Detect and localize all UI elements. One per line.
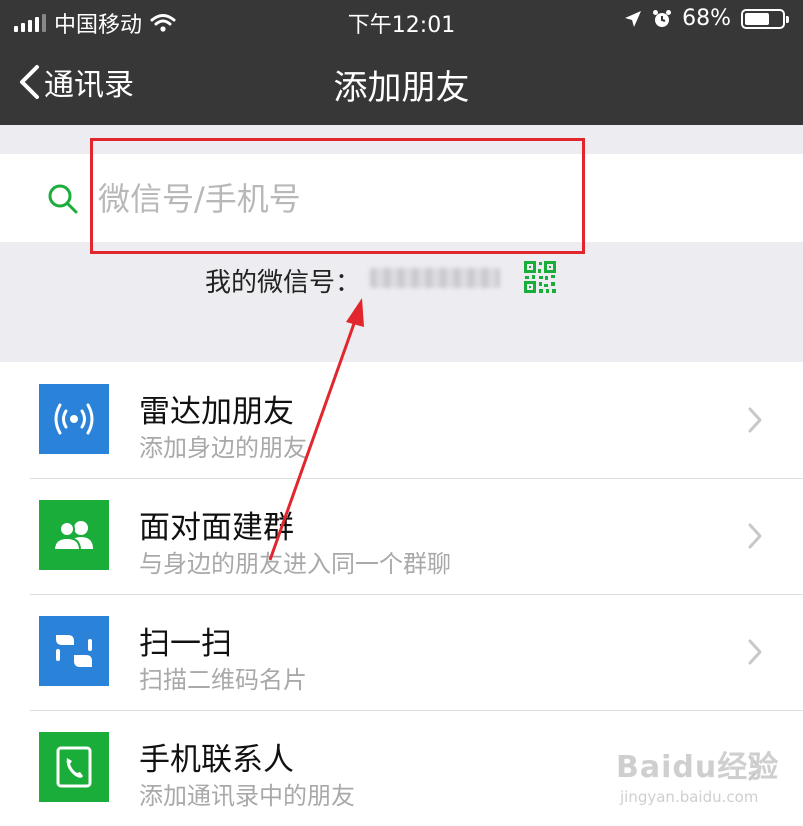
chevron-right-icon <box>748 639 762 665</box>
chevron-right-icon <box>748 407 762 433</box>
scan-icon <box>39 616 109 686</box>
menu-item-title: 面对面建群 <box>139 510 294 546</box>
menu-item-title: 手机联系人 <box>139 742 294 778</box>
search-bar <box>0 154 803 242</box>
battery-icon <box>741 8 789 29</box>
menu-item-title: 扫一扫 <box>139 626 232 662</box>
menu-item-subtitle: 添加通讯录中的朋友 <box>139 782 355 810</box>
menu-item-subtitle: 添加身边的朋友 <box>139 434 307 462</box>
qr-code-icon[interactable] <box>523 260 557 294</box>
menu-item-scan[interactable]: 扫一扫 扫描二维码名片 <box>0 594 803 710</box>
search-icon <box>48 184 78 214</box>
menu-item-title: 雷达加朋友 <box>139 394 294 430</box>
my-id-value-blurred: wxid_hidden <box>370 268 500 288</box>
page-title: 添加朋友 <box>333 68 470 108</box>
my-id-label: 我的微信号： <box>205 268 362 298</box>
status-right: 68% <box>624 6 789 31</box>
status-bar: 中国移动 下午12:01 68% <box>0 0 803 40</box>
my-wechat-id-row: 我的微信号： wxid_hidden <box>0 254 803 300</box>
watermark-brand: Baidu经验 <box>616 750 780 785</box>
nav-bar: 通讯录 添加朋友 <box>0 40 803 125</box>
menu-item-subtitle: 扫描二维码名片 <box>139 666 307 694</box>
watermark-url: jingyan.baidu.com <box>620 788 759 806</box>
location-arrow-icon <box>625 10 642 27</box>
group-people-icon <box>39 500 109 570</box>
alarm-clock-icon <box>653 9 672 27</box>
menu-item-subtitle: 与身边的朋友进入同一个群聊 <box>139 550 451 578</box>
menu-item-face-to-face-group[interactable]: 面对面建群 与身边的朋友进入同一个群聊 <box>0 478 803 594</box>
search-input[interactable] <box>96 168 570 230</box>
baidu-watermark: Baidu经验 jingyan.baidu.com <box>616 742 796 812</box>
radar-icon <box>39 384 109 454</box>
chevron-right-icon <box>748 523 762 549</box>
menu-item-radar[interactable]: 雷达加朋友 添加身边的朋友 <box>0 362 803 478</box>
phone-contacts-icon <box>39 732 109 802</box>
battery-percent: 68% <box>682 6 731 31</box>
